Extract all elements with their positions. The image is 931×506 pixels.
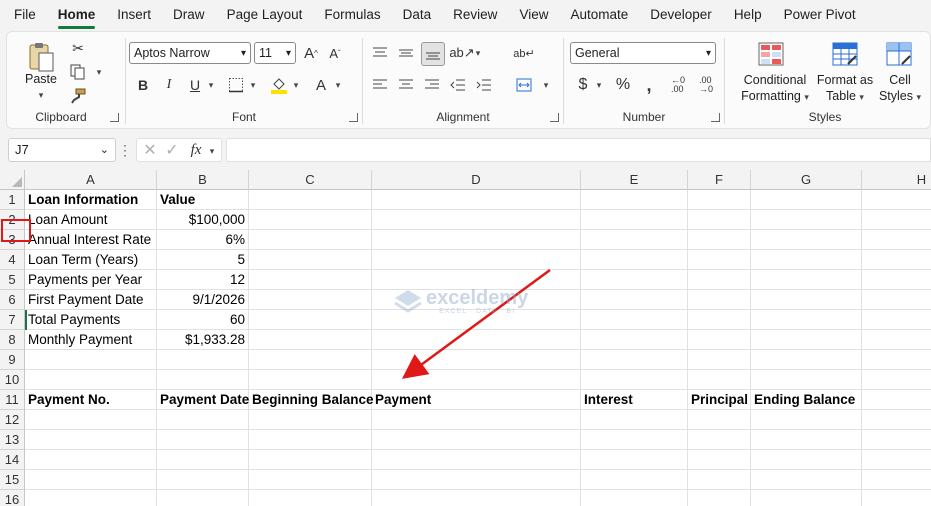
watermark-brand: exceldemy (426, 287, 529, 309)
exceldemy-watermark: exceldemy EXCEL · DATA · BI (394, 288, 528, 315)
exceldemy-logo-icon (394, 289, 422, 313)
annotation-arrow (401, 268, 551, 379)
watermark-tagline: EXCEL · DATA · BI (439, 308, 516, 315)
